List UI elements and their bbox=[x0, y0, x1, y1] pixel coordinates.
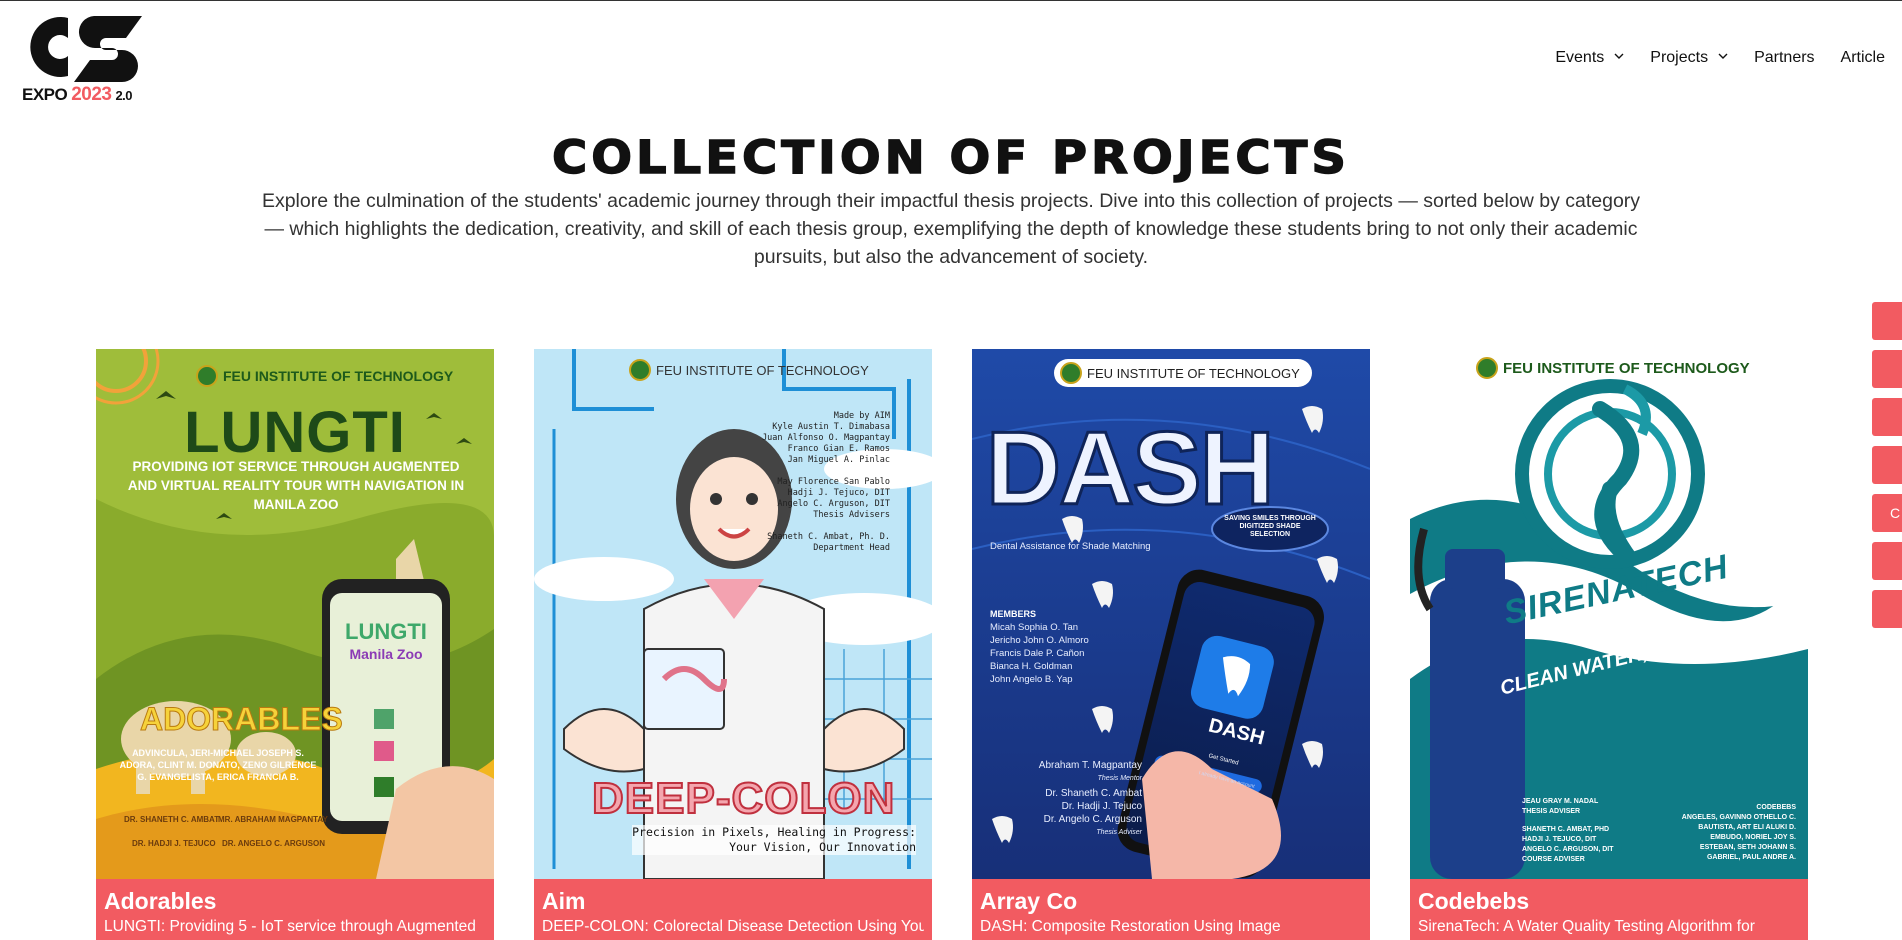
poster-subtitle: PROVIDING IOT SERVICE THROUGH AUGMENTED … bbox=[127, 459, 465, 512]
project-card-caption: Aim DEEP-COLON: Colorectal Disease Detec… bbox=[534, 879, 932, 940]
poster-members: ADVINCULA, JERI-MICHAEL JOSEPH S. ADORA,… bbox=[119, 748, 317, 782]
category-tab[interactable] bbox=[1872, 590, 1902, 628]
poster-title: LUNGTI bbox=[184, 400, 406, 465]
category-side-tabs: C bbox=[1872, 302, 1902, 638]
feu-institute-label: FEU INSTITUTE OF TECHNOLOGY bbox=[1476, 357, 1750, 379]
poster-members: CODEBEBS ANGELES, GAVINNO OTHELLO C. BAU… bbox=[1681, 804, 1796, 861]
poster-members-label: MEMBERS bbox=[990, 609, 1037, 619]
poster-members: Micah Sophia O. Tan Jericho John O. Almo… bbox=[990, 622, 1089, 685]
category-tab[interactable] bbox=[1872, 446, 1902, 484]
logo-year: 2023 bbox=[71, 84, 112, 105]
chevron-down-icon bbox=[1614, 53, 1624, 59]
poster-phone-subtitle: Manila Zoo bbox=[349, 646, 423, 662]
logo-expo: EXPO bbox=[22, 85, 68, 104]
logo-wordmark: EXPO 2023 2.0 bbox=[22, 84, 133, 106]
cs-logo-mark bbox=[30, 16, 142, 82]
nav-events[interactable]: Events bbox=[1555, 49, 1624, 67]
project-card-caption: Codebebs SirenaTech: A Water Quality Tes… bbox=[1410, 879, 1808, 940]
poster-group-name: ADORABLES bbox=[140, 701, 344, 738]
project-team-name: Aim bbox=[542, 888, 586, 914]
feu-seal-icon bbox=[629, 359, 651, 381]
poster-subtitle: Dental Assistance for Shade Matching bbox=[990, 541, 1151, 552]
poster-mentor: Abraham T. Magpantay Thesis Mentor bbox=[1038, 760, 1142, 782]
page-title: COLLECTION OF PROJECTS bbox=[551, 131, 1350, 186]
poster-adviser: MR. ABRAHAM MAGPANTAY bbox=[218, 815, 328, 824]
poster-adviser: DR. ANGELO C. ARGUSON bbox=[222, 839, 325, 848]
poster-phone-title: LUNGTI bbox=[345, 619, 427, 644]
feu-institute-label: FEU INSTITUTE OF TECHNOLOGY bbox=[196, 365, 453, 387]
chevron-down-icon bbox=[1718, 53, 1728, 59]
feu-seal-icon bbox=[1476, 357, 1498, 379]
project-poster-deep-colon: FEU INSTITUTE OF TECHNOLOGY Made by AIM … bbox=[534, 349, 932, 879]
poster-adviser: DR. SHANETH C. AMBAT bbox=[124, 815, 220, 824]
poster-badge: SAVING SMILES THROUGH DIGITIZED SHADE SE… bbox=[1224, 515, 1316, 538]
feu-seal-icon bbox=[196, 365, 218, 387]
top-border bbox=[0, 0, 1902, 1]
main-nav: Events Projects Partners Article bbox=[1555, 48, 1902, 68]
nav-article[interactable]: Article bbox=[1841, 49, 1885, 67]
poster-title: DEEP-COLON bbox=[591, 773, 896, 824]
feu-institute-label: FEU INSTITUTE OF TECHNOLOGY bbox=[1054, 359, 1312, 387]
project-team-name: Array Co bbox=[980, 888, 1078, 914]
poster-tagline: Precision in Pixels, Healing in Progress… bbox=[632, 825, 916, 855]
project-card-aim[interactable]: FEU INSTITUTE OF TECHNOLOGY Made by AIM … bbox=[534, 349, 932, 940]
poster-title: DASH bbox=[985, 411, 1277, 527]
project-poster-sirenatech: FEU INSTITUTE OF TECHNOLOGY SIRENATECH C… bbox=[1410, 349, 1808, 879]
project-poster-lungti: FEU INSTITUTE OF TECHNOLOGY LUNGTI PROVI… bbox=[96, 349, 494, 879]
feu-seal-icon bbox=[1060, 362, 1082, 384]
cs-expo-logo[interactable]: EXPO 2023 2.0 bbox=[22, 12, 152, 107]
project-card-adorables[interactable]: FEU INSTITUTE OF TECHNOLOGY LUNGTI PROVI… bbox=[96, 349, 494, 940]
nav-events-label: Events bbox=[1555, 49, 1605, 66]
nav-projects-label: Projects bbox=[1650, 49, 1709, 66]
project-card-caption: Array Co DASH: Composite Restoration Usi… bbox=[972, 879, 1370, 940]
project-description: DEEP-COLON: Colorectal Disease Detection… bbox=[542, 918, 924, 935]
poster-adviser: DR. HADJI J. TEJUCO bbox=[132, 839, 216, 848]
nav-partners-label: Partners bbox=[1754, 49, 1815, 66]
project-team-name: Adorables bbox=[104, 888, 217, 914]
project-card-caption: Adorables LUNGTI: Providing 5 - IoT serv… bbox=[96, 879, 494, 940]
category-tab[interactable] bbox=[1872, 302, 1902, 340]
project-card-codebebs[interactable]: FEU INSTITUTE OF TECHNOLOGY SIRENATECH C… bbox=[1410, 349, 1808, 940]
project-description: DASH: Composite Restoration Using Image bbox=[980, 918, 1281, 935]
project-team-name: Codebebs bbox=[1418, 888, 1530, 914]
logo-version: 2.0 bbox=[115, 88, 133, 103]
poster-advisers: Dr. Shaneth C. Ambat Dr. Hadji J. Tejuco… bbox=[1043, 788, 1142, 836]
project-grid: FEU INSTITUTE OF TECHNOLOGY LUNGTI PROVI… bbox=[96, 349, 1808, 940]
nav-projects[interactable]: Projects bbox=[1650, 49, 1728, 67]
feu-institute-label: FEU INSTITUTE OF TECHNOLOGY bbox=[629, 359, 869, 381]
page-intro: Explore the culmination of the students'… bbox=[261, 190, 1641, 268]
project-card-array-co[interactable]: FEU INSTITUTE OF TECHNOLOGY DASH Dental … bbox=[972, 349, 1370, 940]
poster-advisers: JEAU GRAY M. NADAL THESIS ADVISER SHANET… bbox=[1522, 798, 1614, 863]
category-tab[interactable]: C bbox=[1872, 494, 1902, 532]
category-tab[interactable] bbox=[1872, 542, 1902, 580]
category-tab[interactable] bbox=[1872, 350, 1902, 388]
project-description: SirenaTech: A Water Quality Testing Algo… bbox=[1418, 918, 1755, 935]
poster-credits: Made by AIM Kyle Austin T. Dimabasa Juan… bbox=[762, 411, 890, 553]
nav-article-label: Article bbox=[1840, 49, 1885, 66]
nav-partners[interactable]: Partners bbox=[1754, 49, 1814, 67]
category-tab[interactable] bbox=[1872, 398, 1902, 436]
project-poster-dash: FEU INSTITUTE OF TECHNOLOGY DASH Dental … bbox=[972, 349, 1370, 879]
project-description: LUNGTI: Providing 5 - IoT service throug… bbox=[104, 918, 476, 935]
